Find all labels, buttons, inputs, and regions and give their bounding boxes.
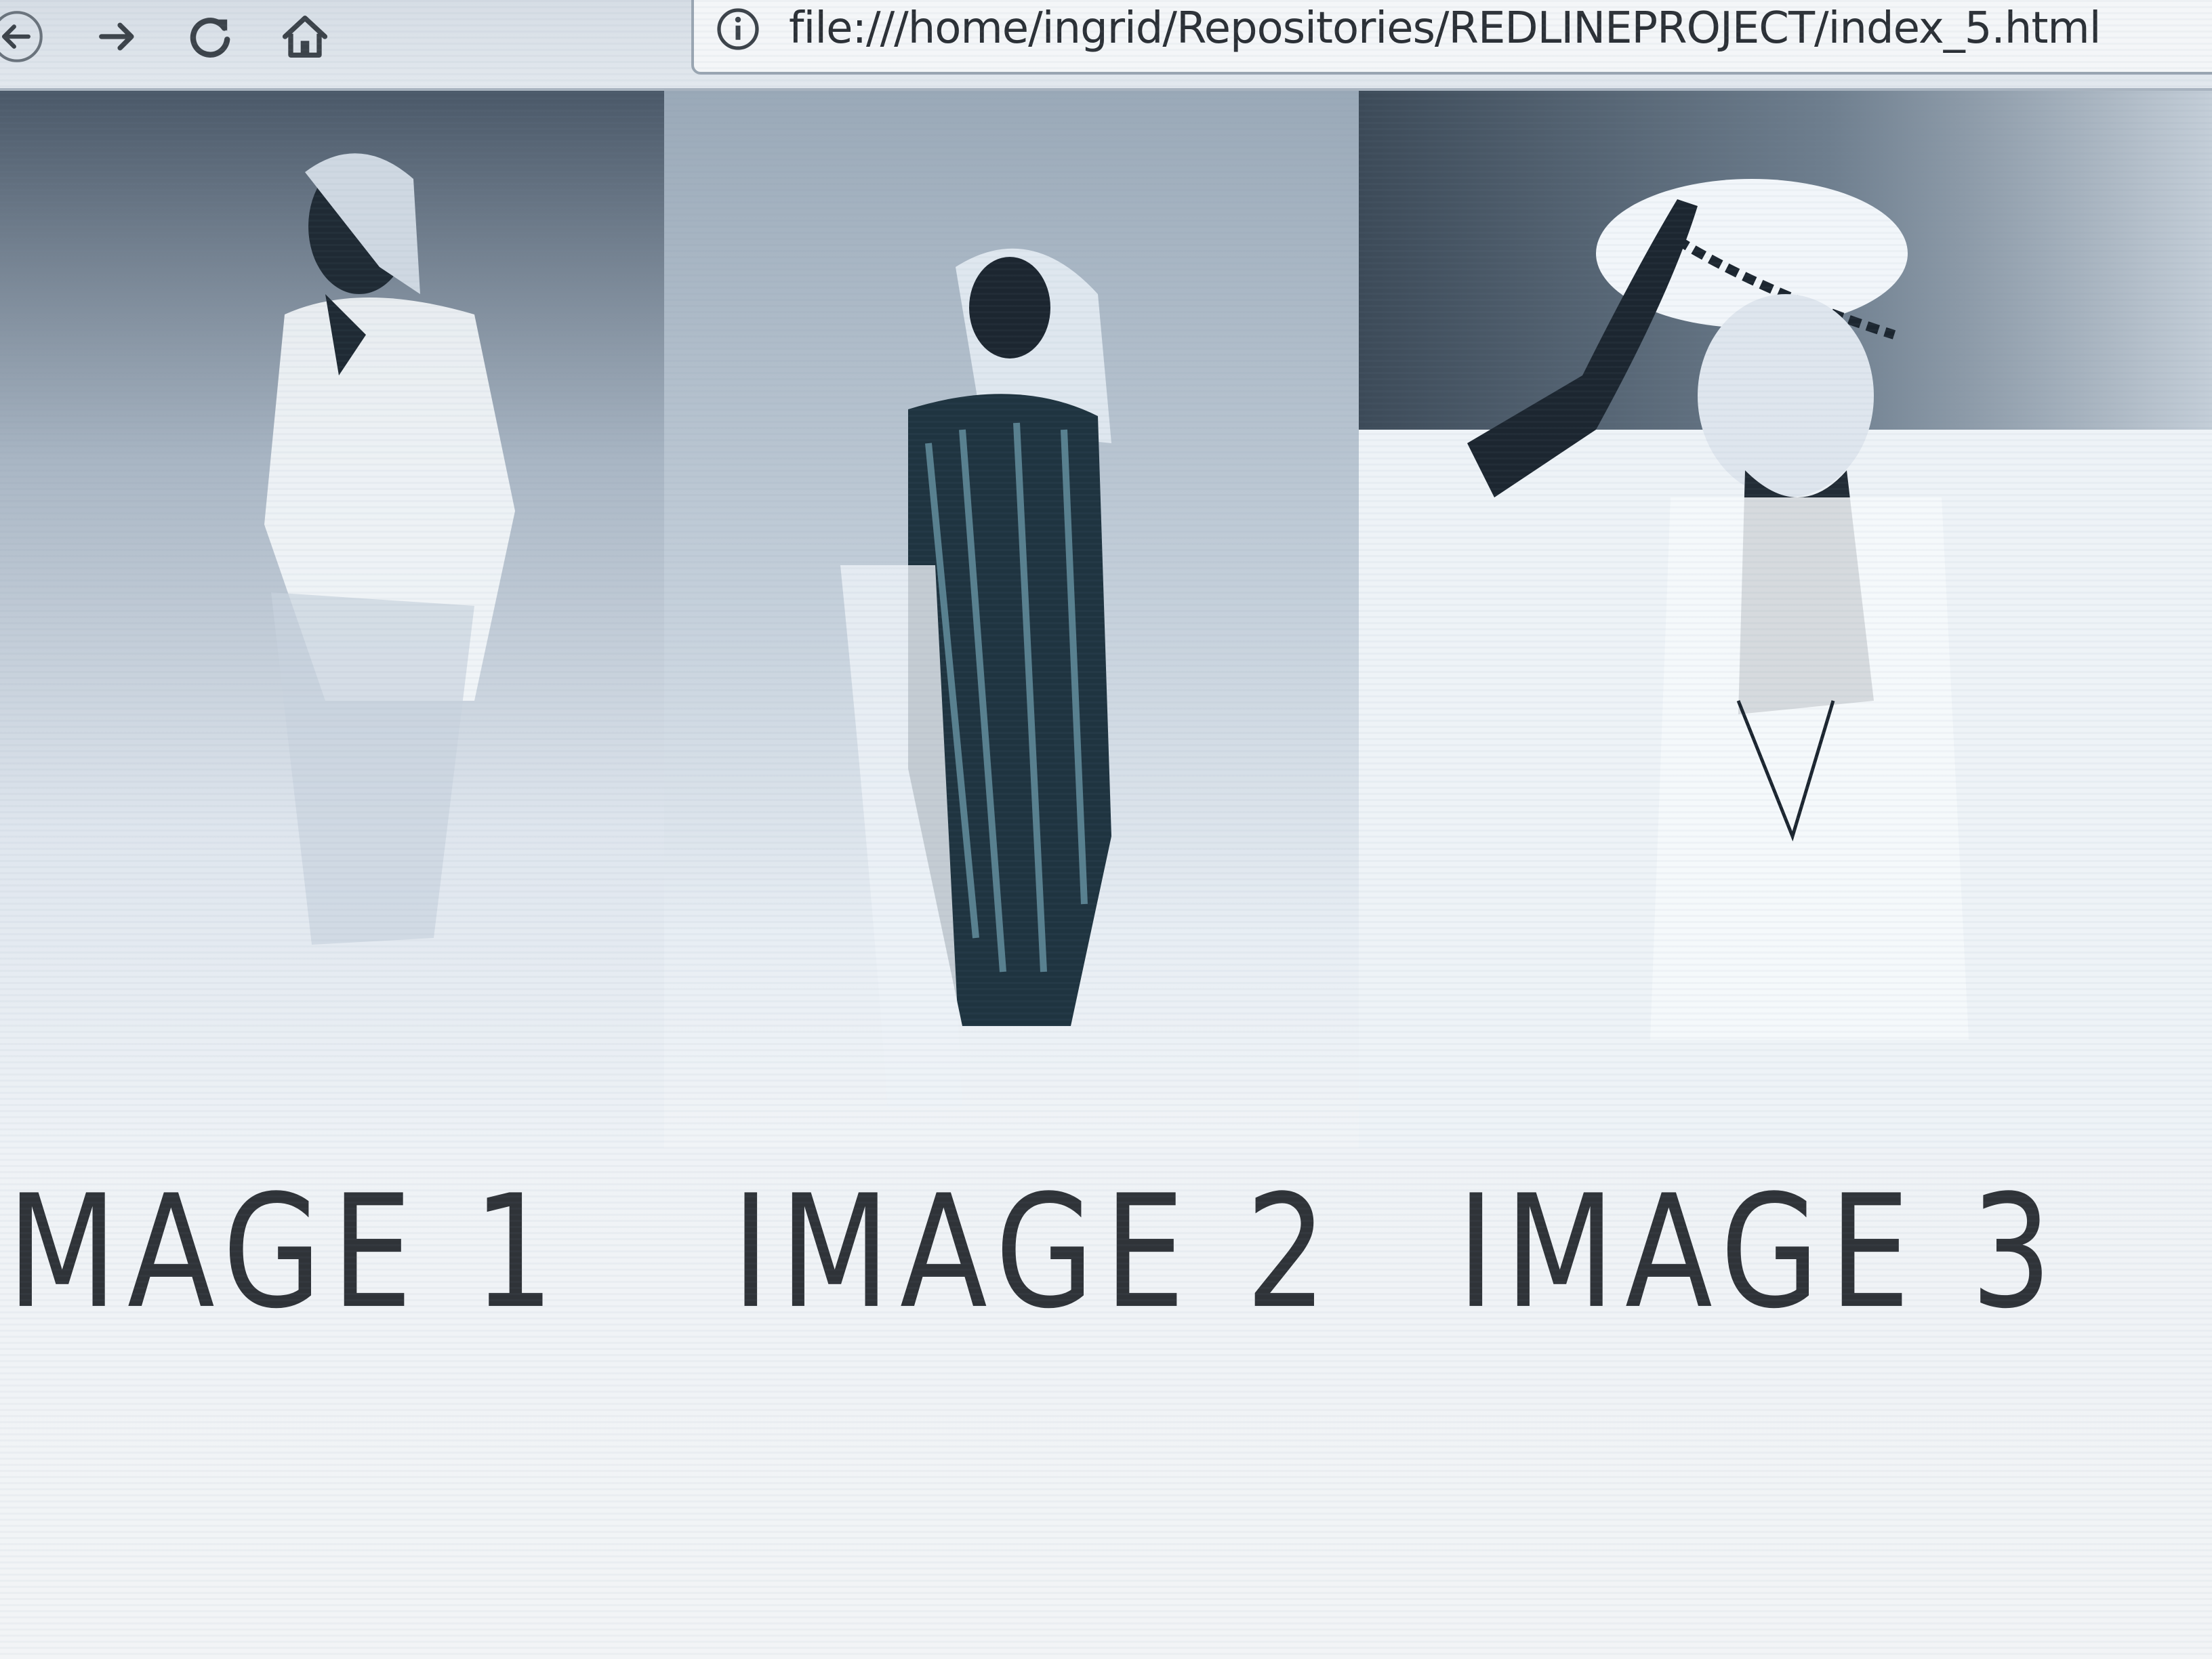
- photo-figure-1: [0, 91, 668, 1148]
- address-bar[interactable]: file:///home/ingrid/Repositories/REDLINE…: [691, 0, 2212, 75]
- caption-image-3: IMAGE 3: [1457, 1162, 2062, 1343]
- browser-toolbar: file:///home/ingrid/Repositories/REDLINE…: [0, 0, 2212, 91]
- forward-button[interactable]: [81, 3, 156, 70]
- forward-arrow-icon: [99, 22, 134, 51]
- back-arrow-icon: [0, 11, 43, 62]
- home-icon: [282, 16, 328, 58]
- photo-figure-2: [664, 91, 1362, 1148]
- url-text[interactable]: file:///home/ingrid/Repositories/REDLINE…: [789, 1, 2102, 56]
- reload-icon: [190, 18, 230, 58]
- back-button[interactable]: [0, 3, 54, 70]
- photo-figure-3: [1359, 91, 2212, 1148]
- home-button[interactable]: [268, 3, 342, 70]
- gallery-image-2: [664, 91, 1362, 1148]
- caption-image-1: IMAGE 1: [0, 1162, 565, 1343]
- reload-button[interactable]: [173, 3, 247, 70]
- gallery-image-1: [0, 91, 668, 1148]
- caption-image-2: IMAGE 2: [732, 1162, 1337, 1343]
- info-icon[interactable]: [714, 5, 762, 53]
- gallery-image-3: [1359, 91, 2212, 1148]
- page-content: IMAGE 1 IMAGE 2 IMAGE 3: [0, 91, 2212, 1659]
- browser-window: file:///home/ingrid/Repositories/REDLINE…: [0, 0, 2212, 1659]
